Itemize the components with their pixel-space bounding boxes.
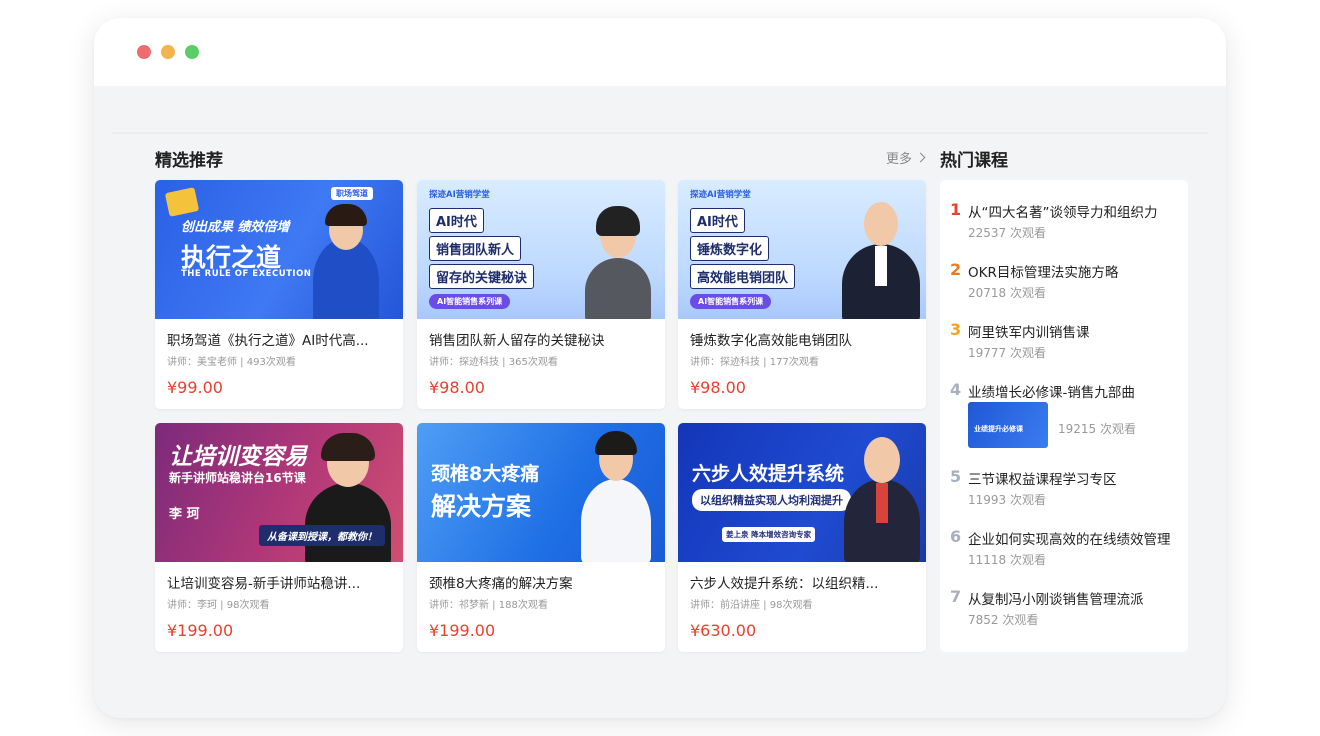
course-card[interactable]: 六步人效提升系统 以组织精益实现人均利润提升 姜上泉 降本增效咨询专家 六步人效… — [678, 423, 926, 652]
course-thumbnail[interactable]: 职场驾道 创出成果 绩效倍增 执行之道 THE RULE OF EXECUTIO… — [155, 180, 403, 319]
chevron-right-icon — [915, 152, 926, 163]
course-card[interactable]: 探迹AI营销学堂 AI时代 销售团队新人 留存的关键秘诀 AI智能销售系列课 销… — [417, 180, 665, 409]
hot-course-title[interactable]: 三节课权益课程学习专区 — [968, 468, 1117, 488]
view-count: 19215 次观看 — [1058, 422, 1136, 436]
course-title[interactable]: 职场驾道《执行之道》AI时代高... — [167, 329, 393, 349]
course-price: ¥199.00 — [429, 621, 496, 640]
app-window: 精选推荐 更多 热门课程 职场驾道 创出成果 绩效倍增 执行之道 THE RUL… — [94, 18, 1226, 718]
course-thumbnail[interactable]: 让培训变容易 新手讲师站稳讲台16节课 李 珂 从备课到授课，都教你！ — [155, 423, 403, 562]
course-price: ¥98.00 — [690, 378, 746, 397]
hot-course-title[interactable]: 从复制冯小刚谈销售管理流派 — [968, 588, 1144, 608]
course-meta: 讲师：探迹科技 | 365次观看 — [429, 357, 558, 368]
rank-number: 2 — [950, 260, 962, 279]
brand-label: 探迹AI营销学堂 — [429, 190, 490, 200]
course-meta: 讲师：祁梦新 | 188次观看 — [429, 600, 548, 611]
rank-number: 7 — [950, 587, 962, 606]
course-thumbnail[interactable]: 六步人效提升系统 以组织精益实现人均利润提升 姜上泉 降本增效咨询专家 — [678, 423, 926, 562]
course-card[interactable]: 颈椎8大疼痛 解决方案 颈椎8大疼痛的解决方案 讲师：祁梦新 | 188次观看 … — [417, 423, 665, 652]
close-dot-icon[interactable] — [137, 45, 151, 59]
course-meta: 讲师：前沿讲座 | 98次观看 — [690, 600, 813, 611]
course-card[interactable]: 探迹AI营销学堂 AI时代 锤炼数字化 高效能电销团队 AI智能销售系列课 锤炼… — [678, 180, 926, 409]
view-count: 22537 次观看 — [968, 226, 1046, 240]
course-title[interactable]: 销售团队新人留存的关键秘诀 — [429, 329, 655, 349]
course-price: ¥630.00 — [690, 621, 757, 640]
hot-course-thumbnail[interactable]: 业绩提升必修课 — [968, 402, 1048, 448]
course-meta: 讲师：李珂 | 98次观看 — [167, 600, 270, 611]
view-count: 7852 次观看 — [968, 613, 1039, 627]
hot-course-title[interactable]: 业绩增长必修课-销售九部曲 — [968, 381, 1135, 401]
minimize-dot-icon[interactable] — [161, 45, 175, 59]
rank-number: 3 — [950, 320, 962, 339]
hot-course-title[interactable]: 阿里铁军内训销售课 — [968, 321, 1090, 341]
course-meta: 讲师：美宝老师 | 493次观看 — [167, 357, 296, 368]
course-thumbnail[interactable]: 探迹AI营销学堂 AI时代 销售团队新人 留存的关键秘诀 AI智能销售系列课 — [417, 180, 665, 319]
hot-courses-panel: 1 从“四大名著”谈领导力和组织力 22537 次观看 2 OKR目标管理法实施… — [940, 180, 1188, 652]
hot-course-title[interactable]: 从“四大名著”谈领导力和组织力 — [968, 201, 1158, 221]
course-meta: 讲师：探迹科技 | 177次观看 — [690, 357, 819, 368]
rank-number: 6 — [950, 527, 962, 546]
course-thumbnail[interactable]: 探迹AI营销学堂 AI时代 锤炼数字化 高效能电销团队 AI智能销售系列课 — [678, 180, 926, 319]
hot-section-title: 热门课程 — [940, 151, 1008, 171]
brand-label: 探迹AI营销学堂 — [690, 190, 751, 200]
view-count: 20718 次观看 — [968, 286, 1046, 300]
course-price: ¥99.00 — [167, 378, 223, 397]
course-card[interactable]: 职场驾道 创出成果 绩效倍增 执行之道 THE RULE OF EXECUTIO… — [155, 180, 403, 409]
course-price: ¥98.00 — [429, 378, 485, 397]
featured-section-title: 精选推荐 — [155, 151, 223, 171]
more-link-label: 更多 — [886, 152, 913, 167]
view-count: 19777 次观看 — [968, 346, 1046, 360]
title-bar — [94, 18, 1226, 86]
course-title[interactable]: 颈椎8大疼痛的解决方案 — [429, 572, 655, 592]
hot-course-title[interactable]: OKR目标管理法实施方略 — [968, 261, 1118, 281]
course-title[interactable]: 让培训变容易-新手讲师站稳讲... — [167, 572, 393, 592]
divider — [112, 132, 1208, 134]
rank-number: 5 — [950, 467, 962, 486]
view-count: 11993 次观看 — [968, 493, 1046, 507]
rank-number: 1 — [950, 200, 962, 219]
course-card[interactable]: 让培训变容易 新手讲师站稳讲台16节课 李 珂 从备课到授课，都教你！ 让培训变… — [155, 423, 403, 652]
brand-badge: 职场驾道 — [331, 187, 373, 200]
view-count: 11118 次观看 — [968, 553, 1046, 567]
maximize-dot-icon[interactable] — [185, 45, 199, 59]
more-link[interactable]: 更多 — [886, 148, 926, 167]
course-price: ¥199.00 — [167, 621, 234, 640]
course-title[interactable]: 六步人效提升系统：以组织精... — [690, 572, 916, 592]
rank-number: 4 — [950, 380, 962, 399]
course-thumbnail[interactable]: 颈椎8大疼痛 解决方案 — [417, 423, 665, 562]
course-title[interactable]: 锤炼数字化高效能电销团队 — [690, 329, 916, 349]
hot-course-title[interactable]: 企业如何实现高效的在线绩效管理 — [968, 528, 1171, 548]
